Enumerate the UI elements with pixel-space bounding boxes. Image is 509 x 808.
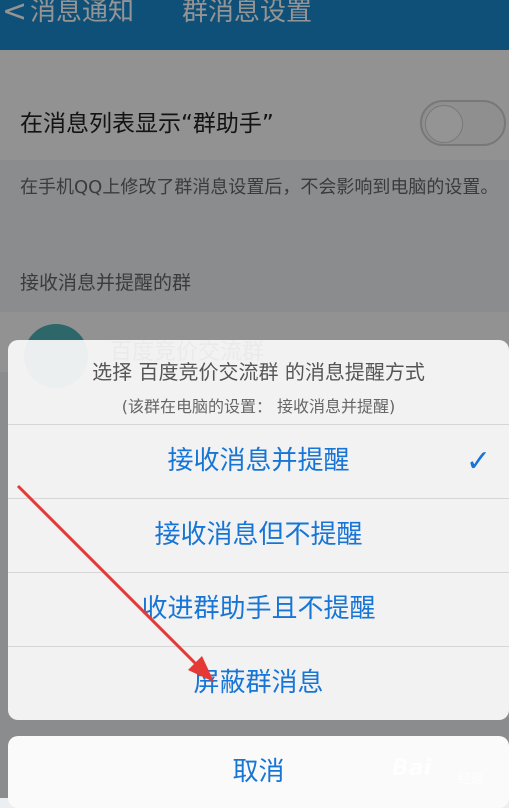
red-pointer-arrow-icon xyxy=(16,484,214,682)
watermark-logo: Bai xyxy=(392,756,432,781)
watermark-sub: 经验 xyxy=(458,772,485,787)
